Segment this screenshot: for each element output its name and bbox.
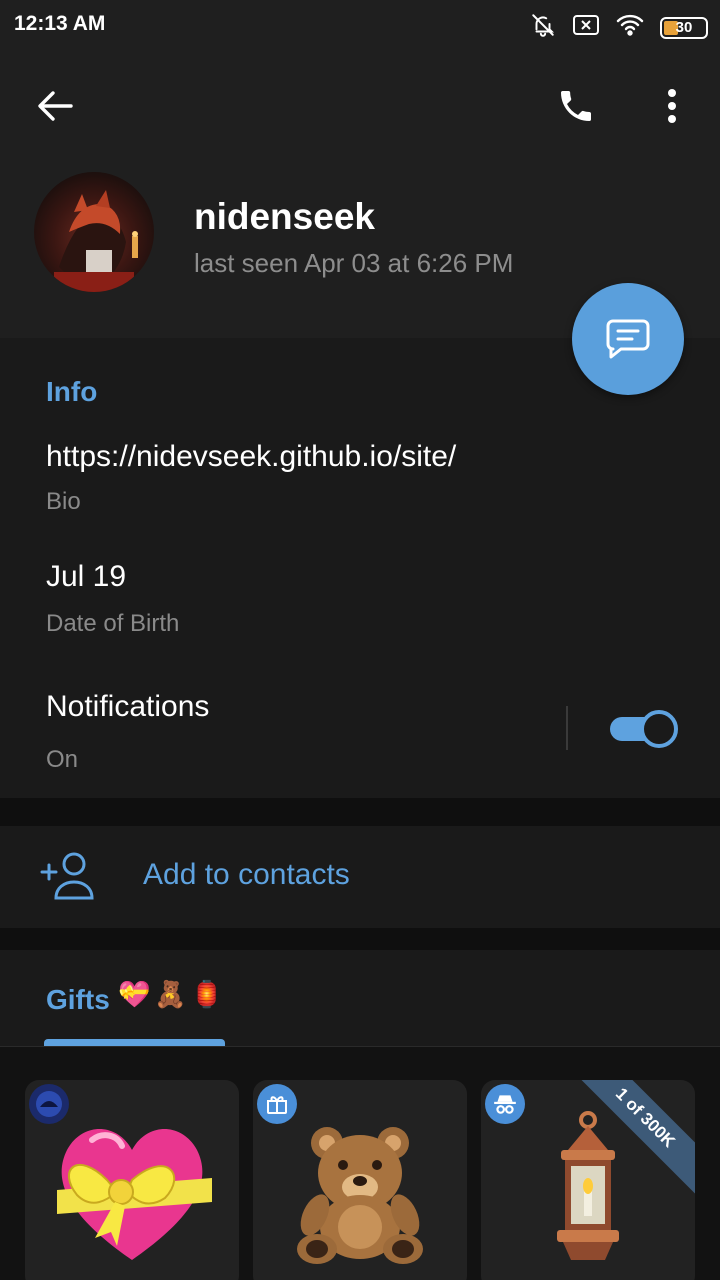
channel-avatar-icon <box>29 1084 69 1124</box>
sim-off-icon <box>572 13 600 42</box>
bio-label: Bio <box>46 488 81 515</box>
toggle-knob <box>640 710 678 748</box>
more-vertical-icon <box>668 89 676 123</box>
gift-heart-emoji: 💝 <box>118 980 151 1010</box>
divider <box>566 706 568 750</box>
lantern-gift-card[interactable]: 1 of 300K <box>481 1080 695 1280</box>
add-contact-label: Add to contacts <box>143 858 350 891</box>
battery-icon: 30 <box>660 16 708 39</box>
add-contact-row[interactable]: Add to contacts <box>0 826 720 928</box>
teddy-bear-gift-icon <box>253 1100 467 1280</box>
last-seen-status: last seen Apr 03 at 6:26 PM <box>194 248 514 278</box>
dob-value[interactable]: Jul 19 <box>46 560 126 594</box>
battery-level: 30 <box>675 18 693 36</box>
status-icons: 30 <box>530 12 708 43</box>
dob-label: Date of Birth <box>46 610 180 637</box>
gift-lantern-emoji: 🏮 <box>190 980 224 1010</box>
add-person-icon <box>40 852 94 900</box>
teddy-bear-gift-card[interactable] <box>253 1080 467 1280</box>
profile-name: nidenseek <box>194 196 375 237</box>
tab-indicator <box>44 1039 225 1046</box>
more-options-button[interactable] <box>652 82 692 130</box>
gifts-tab[interactable]: Gifts <box>46 984 110 1016</box>
heart-gift-card[interactable] <box>25 1080 239 1280</box>
gift-icon <box>257 1084 297 1124</box>
message-icon <box>606 319 650 359</box>
status-time: 12:13 AM <box>14 12 106 35</box>
back-arrow-icon <box>38 91 73 121</box>
send-message-button[interactable] <box>572 283 684 395</box>
bell-muted-icon <box>530 12 556 43</box>
phone-icon <box>561 91 591 121</box>
bio-value[interactable]: https://nidevseek.github.io/site/ <box>46 440 456 474</box>
notifications-toggle[interactable] <box>610 710 678 748</box>
gifts-header: Gifts 💝 🧸 🏮 <box>0 950 720 1046</box>
gifts-grid: 1 of 300K <box>0 1046 720 1280</box>
back-button[interactable] <box>30 86 80 126</box>
incognito-icon <box>485 1084 525 1124</box>
heart-gift-icon <box>25 1100 239 1280</box>
wifi-icon <box>616 13 644 42</box>
gift-bear-emoji: 🧸 <box>154 980 187 1010</box>
info-section: Info https://nidevseek.github.io/site/ B… <box>0 338 720 798</box>
gifts-emoji-list: 💝 🧸 🏮 <box>118 980 223 1010</box>
notifications-title[interactable]: Notifications <box>46 690 209 724</box>
status-bar: 12:13 AM 30 <box>0 0 720 52</box>
notifications-state: On <box>46 746 79 773</box>
info-section-title: Info <box>46 376 98 407</box>
avatar[interactable] <box>34 172 154 292</box>
call-button[interactable] <box>552 82 600 130</box>
